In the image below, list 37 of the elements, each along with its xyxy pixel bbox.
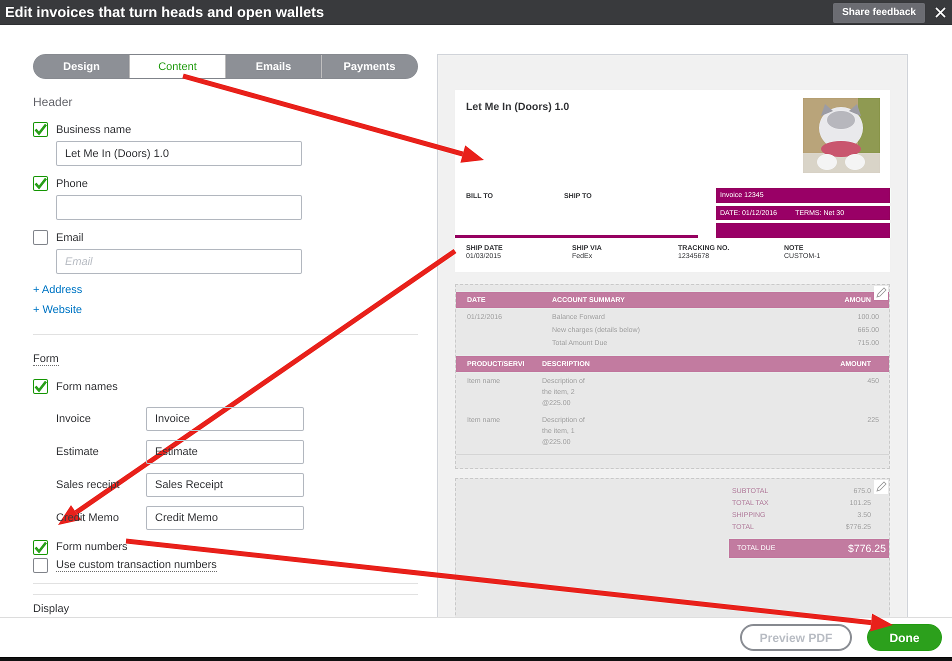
tab[interactable]: Emails [225, 55, 321, 78]
input-field[interactable]: Let Me In (Doors) 1.0 [56, 141, 302, 166]
share-feedback-button[interactable]: Share feedback [833, 2, 925, 22]
field-label: Estimate [56, 446, 99, 458]
tab[interactable]: Design [34, 55, 129, 78]
add-link[interactable]: + Address [33, 284, 82, 296]
field-label: Email [56, 232, 84, 244]
input-field[interactable]: Email [56, 249, 302, 274]
section-title: Header [33, 95, 74, 109]
done-button[interactable]: Done [867, 624, 942, 651]
option-label: Use custom transaction numbers [56, 558, 217, 572]
checkbox[interactable] [33, 558, 48, 572]
window-title: Edit invoices that turn heads and open wallets [5, 4, 326, 20]
total-due-value: $776.25 [848, 542, 887, 554]
input-field[interactable] [56, 195, 302, 220]
close-icon[interactable] [935, 7, 946, 18]
option-label: Form numbers [56, 541, 128, 553]
checkbox[interactable] [33, 540, 48, 554]
section-title: Form [33, 353, 59, 366]
tab[interactable]: Content [129, 55, 225, 78]
tab[interactable]: Payments [321, 55, 417, 78]
add-link[interactable]: + Website [33, 304, 82, 316]
field-label: Invoice [56, 413, 91, 425]
input-field[interactable]: Credit Memo [146, 506, 304, 530]
pencil-icon[interactable] [874, 480, 888, 494]
input-field[interactable]: Invoice [146, 407, 304, 431]
checkbox[interactable] [33, 230, 48, 245]
field-label: Business name [56, 124, 132, 136]
pencil-icon[interactable] [874, 286, 888, 300]
input-field[interactable]: Sales Receipt [146, 473, 304, 497]
option-label: Form names [56, 380, 118, 392]
checkbox[interactable] [33, 379, 48, 394]
company-name: Let Me In (Doors) 1.0 [465, 100, 570, 115]
field-label: Phone [56, 178, 88, 190]
checkbox[interactable] [33, 176, 48, 191]
section-title: Display [33, 603, 70, 615]
checkbox[interactable] [33, 122, 48, 137]
